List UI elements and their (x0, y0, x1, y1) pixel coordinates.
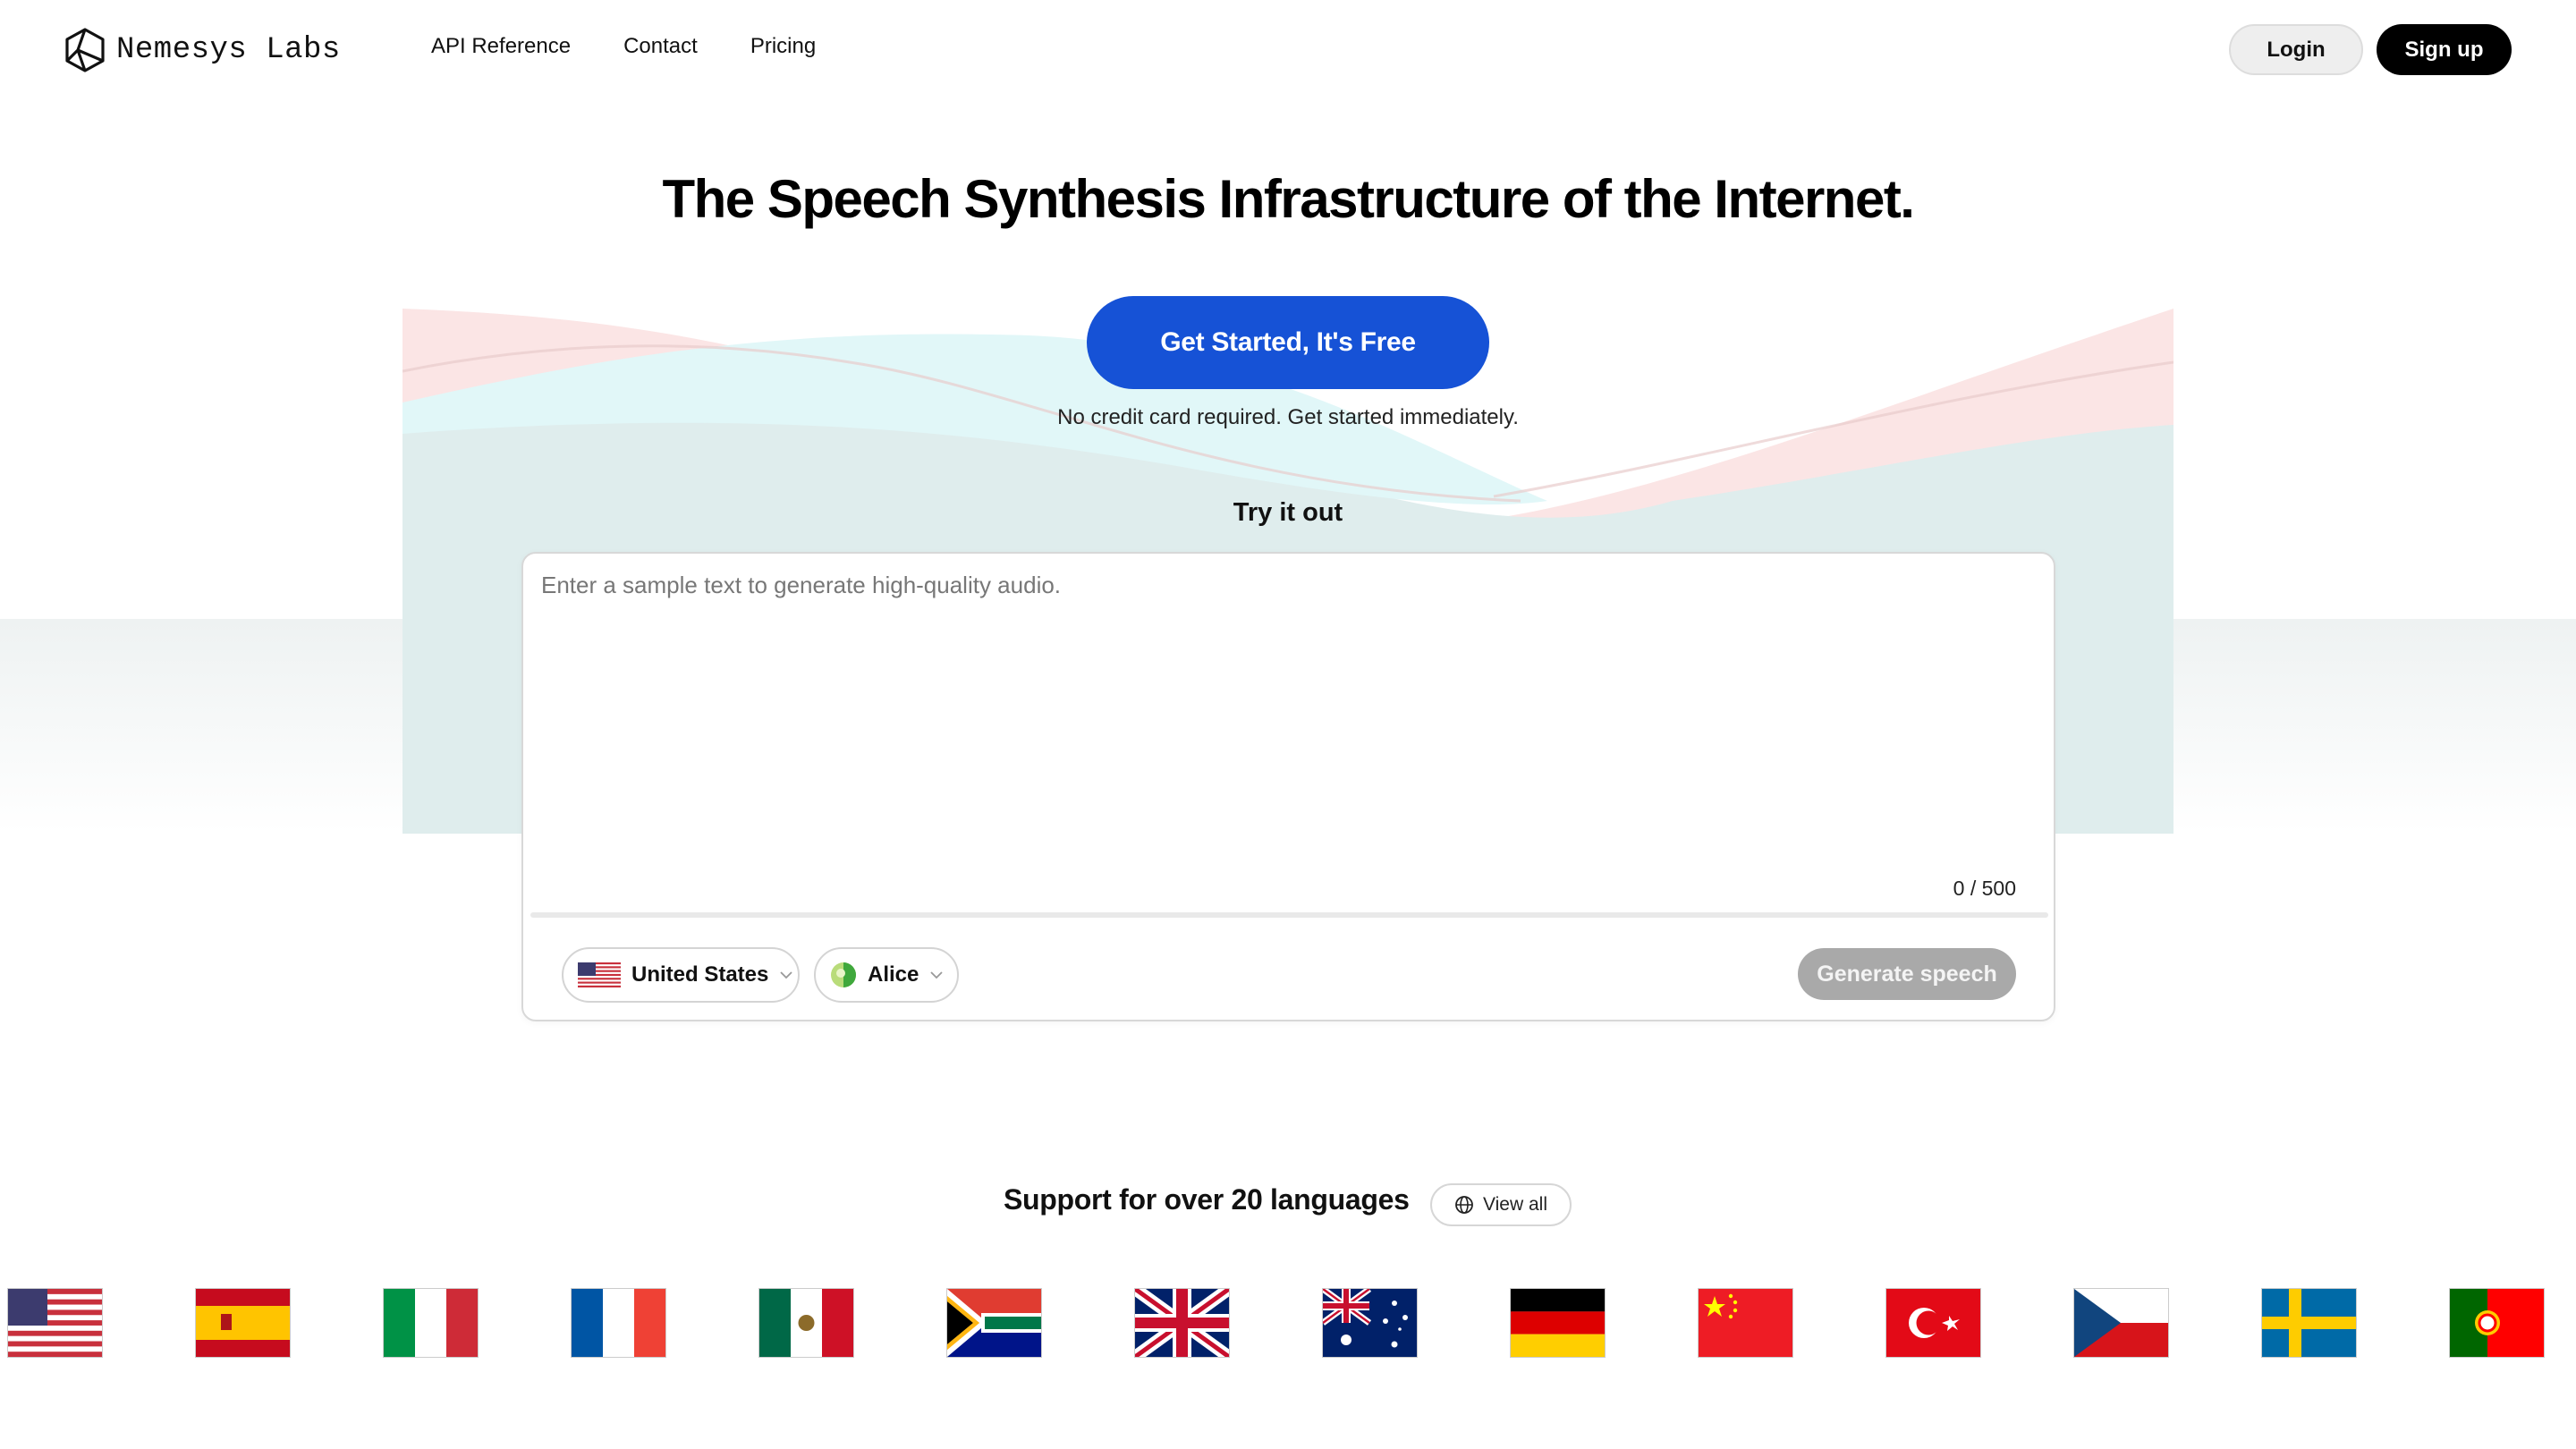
hero-title: The Speech Synthesis Infrastructure of t… (662, 169, 1915, 229)
generate-speech-button[interactable]: Generate speech (1798, 948, 2016, 1000)
country-label: United States (631, 962, 769, 987)
flag-china[interactable] (1699, 1289, 1792, 1357)
background-band-left (0, 619, 402, 834)
char-counter: 0 / 500 (1953, 877, 2016, 900)
us-flag-icon (578, 962, 621, 987)
flag-sweden[interactable] (2262, 1289, 2356, 1357)
nav-link-api-reference[interactable]: API Reference (431, 34, 571, 59)
view-all-label: View all (1483, 1194, 1547, 1215)
cta-note: No credit card required. Get started imm… (1057, 405, 1519, 429)
chevron-down-icon (780, 971, 793, 979)
flag-south-africa[interactable] (947, 1289, 1041, 1357)
login-button[interactable]: Login (2229, 24, 2363, 75)
voice-avatar-icon (831, 962, 856, 987)
nav-link-pricing[interactable]: Pricing (750, 34, 816, 59)
flag-portugal[interactable] (2450, 1289, 2544, 1357)
flag-spain[interactable] (196, 1289, 290, 1357)
voice-label: Alice (868, 962, 919, 987)
brand-logo[interactable]: Nemesys Labs (63, 27, 341, 73)
nav-links: API Reference Contact Pricing (431, 34, 816, 59)
view-all-languages-button[interactable]: View all (1430, 1183, 1572, 1226)
flag-france[interactable] (572, 1289, 665, 1357)
nav-link-contact[interactable]: Contact (623, 34, 698, 59)
top-nav: Nemesys Labs API Reference Contact Prici… (0, 0, 2576, 100)
flag-australia[interactable] (1323, 1289, 1417, 1357)
flag-united-kingdom[interactable] (1135, 1289, 1229, 1357)
brand-name: Nemesys Labs (116, 33, 341, 67)
flag-mexico[interactable] (759, 1289, 853, 1357)
hexagon-cube-logo-icon (65, 28, 105, 72)
flag-czech-republic[interactable] (2074, 1289, 2168, 1357)
language-flags-row (8, 1289, 2576, 1359)
flag-turkey[interactable] (1886, 1289, 1980, 1357)
globe-icon (1455, 1196, 1473, 1214)
languages-heading: Support for over 20 languages (1004, 1183, 1410, 1216)
background-band-right (2174, 619, 2576, 834)
voice-select[interactable]: Alice (814, 947, 959, 1003)
flag-united-states[interactable] (8, 1289, 102, 1357)
flag-italy[interactable] (384, 1289, 478, 1357)
chevron-down-icon (930, 971, 944, 979)
signup-button[interactable]: Sign up (2377, 24, 2512, 75)
demo-card: 0 / 500 United States Alice Generate spe… (521, 552, 2055, 1021)
country-select[interactable]: United States (562, 947, 800, 1003)
try-it-out-label: Try it out (1233, 498, 1343, 527)
get-started-button[interactable]: Get Started, It's Free (1087, 296, 1489, 389)
sample-text-input[interactable] (541, 572, 2035, 876)
card-divider (530, 912, 2048, 918)
flag-germany[interactable] (1511, 1289, 1605, 1357)
